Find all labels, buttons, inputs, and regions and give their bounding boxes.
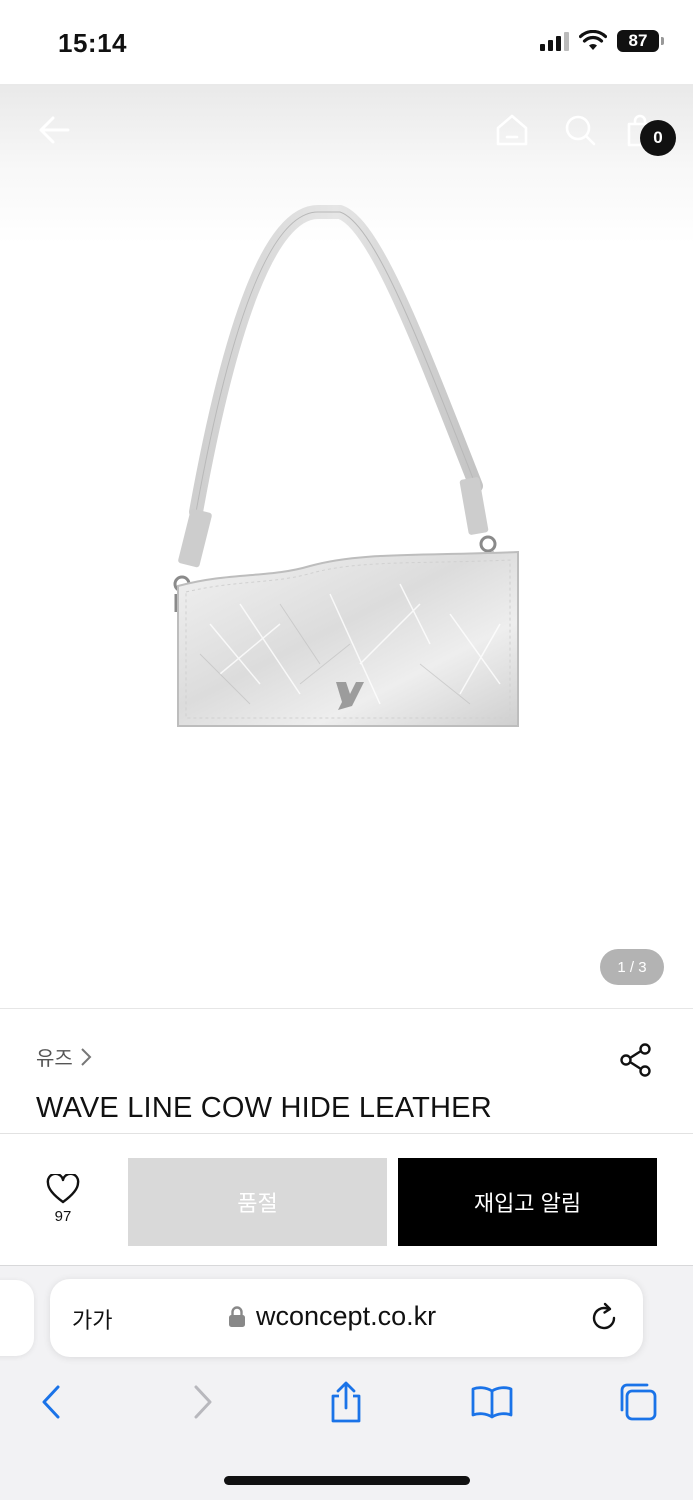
tabs-button[interactable]: [616, 1380, 660, 1424]
url-field[interactable]: wconcept.co.kr: [228, 1301, 436, 1332]
home-indicator[interactable]: [224, 1476, 470, 1485]
like-count: 97: [54, 1208, 72, 1225]
divider: [0, 1008, 693, 1009]
product-image-gallery[interactable]: [0, 84, 693, 1008]
bookmarks-button[interactable]: [470, 1380, 514, 1424]
browser-back-button[interactable]: [30, 1380, 74, 1424]
previous-tab-preview[interactable]: [0, 1280, 34, 1356]
brand-link[interactable]: 유즈: [36, 1042, 93, 1071]
heart-icon: [46, 1174, 80, 1204]
share-icon: [620, 1043, 651, 1077]
chevron-right-icon: [194, 1385, 212, 1419]
share-button[interactable]: [618, 1042, 654, 1078]
browser-toolbar: [0, 1370, 693, 1434]
brand-name: 유즈: [36, 1048, 73, 1070]
wifi-icon: [579, 30, 607, 50]
chevron-right-icon: [81, 1047, 92, 1066]
like-button[interactable]: 97: [30, 1174, 96, 1225]
book-icon: [471, 1386, 513, 1419]
home-icon: [496, 114, 528, 146]
browser-forward-button[interactable]: [180, 1380, 224, 1424]
battery-indicator: 87: [617, 30, 664, 52]
share-sheet-icon: [331, 1381, 361, 1423]
status-bar: 15:14 87: [0, 0, 693, 84]
back-button[interactable]: [34, 110, 74, 150]
product-page: 15:14 87 0 1 / 3 유즈 WAVE LINE COW HIDE L…: [0, 0, 693, 1500]
reload-icon: [592, 1302, 616, 1330]
reader-settings-button[interactable]: 가가: [72, 1303, 112, 1335]
lock-icon: [229, 1305, 245, 1327]
reload-button[interactable]: [588, 1301, 622, 1335]
status-time: 15:14: [58, 28, 127, 58]
url-text: wconcept.co.kr: [256, 1301, 437, 1331]
home-button[interactable]: [492, 110, 532, 150]
search-icon: [565, 115, 596, 146]
product-title: WAVE LINE COW HIDE LEATHER: [36, 1092, 492, 1124]
cellular-signal-icon: [540, 31, 569, 51]
browser-chrome: 가가 wconcept.co.kr: [0, 1265, 693, 1500]
tabs-icon: [620, 1383, 657, 1421]
restock-alert-button[interactable]: 재입고 알림: [398, 1158, 657, 1246]
arrow-left-icon: [39, 116, 70, 144]
cart-count-badge: 0: [640, 120, 676, 156]
product-image: [173, 205, 519, 727]
share-sheet-button[interactable]: [324, 1380, 368, 1424]
soldout-button: 품절: [128, 1158, 387, 1246]
search-button[interactable]: [560, 110, 600, 150]
image-counter: 1 / 3: [600, 949, 664, 985]
address-bar[interactable]: 가가 wconcept.co.kr: [50, 1279, 643, 1357]
chevron-left-icon: [42, 1385, 60, 1419]
purchase-bar: 97 품절 재입고 알림: [0, 1133, 693, 1265]
status-indicators: 87: [540, 30, 664, 52]
